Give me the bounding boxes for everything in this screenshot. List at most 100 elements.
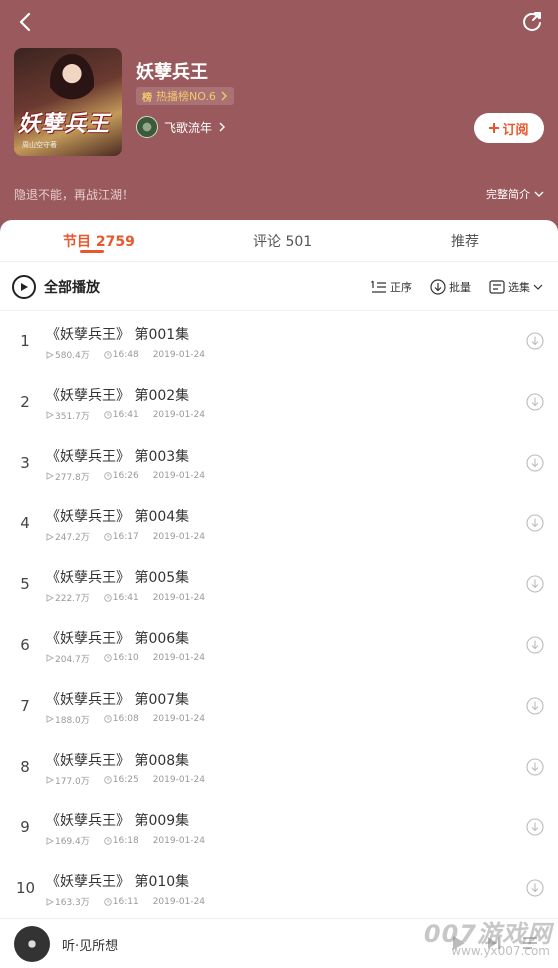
episode-meta: 177.0万 16:25 2019-01-24 — [46, 774, 205, 787]
episode-row[interactable]: 9 《妖孽兵王》 第009集 169.4万 16:18 2019-01-24 — [0, 798, 558, 859]
tagline: 隐退不能，再战江湖！ — [14, 188, 135, 202]
subscribe-label: 订阅 — [502, 122, 529, 138]
author-link[interactable]: 飞歌流年 — [136, 116, 226, 138]
tab-underline — [80, 250, 104, 253]
play-count-value: 169.4万 — [55, 837, 90, 848]
play-count-value: 247.2万 — [55, 533, 90, 544]
play-count-value: 222.7万 — [55, 594, 90, 605]
duration-value: 16:08 — [112, 714, 139, 725]
episode-title: 《妖孽兵王》 第009集 — [46, 813, 190, 830]
play-count-icon — [46, 654, 54, 663]
play-all-label: 全部播放 — [44, 280, 100, 296]
tab-recommend[interactable]: 推荐 — [451, 231, 479, 251]
download-icon[interactable] — [526, 758, 544, 776]
download-icon[interactable] — [526, 575, 544, 593]
episode-title: 《妖孽兵王》 第002集 — [46, 387, 190, 404]
play-count-icon — [46, 715, 54, 724]
play-count: 169.4万 — [46, 834, 90, 847]
download-icon[interactable] — [526, 454, 544, 472]
rank-badge[interactable]: 榜 热播榜NO.6 — [136, 87, 234, 105]
duration-value: 16:10 — [112, 653, 139, 664]
download-icon[interactable] — [526, 636, 544, 654]
download-icon[interactable] — [526, 818, 544, 836]
episode-row[interactable]: 7 《妖孽兵王》 第007集 188.0万 16:08 2019-01-24 — [0, 677, 558, 738]
duration-value: 16:17 — [112, 531, 139, 542]
player-disc-icon[interactable] — [14, 926, 50, 962]
episode-title: 《妖孽兵王》 第007集 — [46, 691, 190, 708]
duration: 16:11 — [104, 895, 139, 908]
cover-title: 妖孽兵王 — [18, 112, 111, 137]
author-name: 飞歌流年 — [164, 120, 213, 135]
episode-meta: 169.4万 16:18 2019-01-24 — [46, 834, 205, 847]
episode-meta: 351.7万 16:41 2019-01-24 — [46, 409, 205, 422]
publish-date: 2019-01-24 — [152, 653, 206, 664]
download-icon[interactable] — [526, 393, 544, 411]
download-icon[interactable] — [526, 332, 544, 350]
clock-icon — [104, 837, 112, 845]
chevron-down-icon — [534, 191, 544, 197]
duration-value: 16:18 — [112, 835, 139, 846]
download-icon[interactable] — [526, 697, 544, 715]
clock-icon — [104, 897, 112, 906]
clock-icon — [104, 350, 112, 359]
episode-title: 《妖孽兵王》 第006集 — [46, 630, 190, 647]
play-count-value: 163.3万 — [55, 898, 90, 909]
episode-index: 3 — [20, 453, 30, 472]
play-count: 580.4万 — [46, 348, 90, 361]
play-count-icon — [46, 350, 54, 359]
duration: 16:25 — [104, 774, 139, 787]
player-title: 听·见所想 — [62, 939, 119, 954]
duration: 16:08 — [104, 713, 139, 726]
episode-row[interactable]: 10 《妖孽兵王》 第010集 163.3万 16:11 2019-01-24 — [0, 859, 558, 920]
sort-order-button[interactable]: 正序 — [371, 279, 412, 295]
episode-toolbar: 全部播放 正序 批量 选集 — [0, 263, 558, 311]
episode-index: 8 — [20, 757, 30, 776]
play-count-value: 188.0万 — [55, 715, 90, 726]
duration: 16:17 — [104, 530, 139, 543]
book-cover[interactable]: 妖孽兵王 周山空守著 — [14, 48, 122, 156]
episode-title: 《妖孽兵王》 第003集 — [46, 448, 190, 465]
chevron-right-icon — [221, 91, 227, 101]
top-bar — [0, 8, 558, 36]
episode-row[interactable]: 2 《妖孽兵王》 第002集 351.7万 16:41 2019-01-24 — [0, 373, 558, 434]
play-count-icon — [46, 837, 54, 845]
play-count-icon — [46, 593, 54, 602]
publish-date: 2019-01-24 — [152, 349, 206, 360]
rank-icon: 榜 — [142, 92, 152, 104]
publish-date: 2019-01-24 — [152, 410, 206, 421]
episode-row[interactable]: 5 《妖孽兵王》 第005集 222.7万 16:41 2019-01-24 — [0, 555, 558, 616]
select-episodes-button[interactable]: 选集 — [489, 279, 543, 295]
episode-index: 5 — [20, 575, 30, 594]
clock-icon — [104, 472, 112, 480]
play-count-icon — [46, 776, 54, 784]
episode-row[interactable]: 4 《妖孽兵王》 第004集 247.2万 16:17 2019-01-24 — [0, 494, 558, 555]
full-intro-button[interactable]: 完整简介 — [486, 186, 544, 202]
publish-date: 2019-01-24 — [152, 835, 206, 846]
play-all-button[interactable]: 全部播放 — [12, 275, 100, 299]
duration-value: 16:11 — [112, 896, 139, 907]
play-count: 222.7万 — [46, 591, 90, 604]
sort-icon — [371, 280, 386, 293]
episode-row[interactable]: 6 《妖孽兵王》 第006集 204.7万 16:10 2019-01-24 — [0, 616, 558, 677]
publish-date: 2019-01-24 — [152, 714, 206, 725]
download-icon[interactable] — [526, 514, 544, 532]
episode-row[interactable]: 1 《妖孽兵王》 第001集 580.4万 16:48 2019-01-24 — [0, 312, 558, 373]
share-icon[interactable] — [520, 10, 544, 34]
tab-episodes[interactable]: 节目 2759 — [63, 231, 135, 251]
episode-row[interactable]: 8 《妖孽兵王》 第008集 177.0万 16:25 2019-01-24 — [0, 738, 558, 799]
duration: 16:18 — [104, 834, 139, 847]
episode-title: 《妖孽兵王》 第005集 — [46, 570, 190, 587]
tab-comments[interactable]: 评论 501 — [253, 231, 312, 251]
duration-value: 16:48 — [112, 349, 139, 360]
download-icon[interactable] — [526, 879, 544, 897]
episode-meta: 277.8万 16:26 2019-01-24 — [46, 470, 205, 483]
batch-download-button[interactable]: 批量 — [430, 279, 471, 295]
episode-row[interactable]: 3 《妖孽兵王》 第003集 277.8万 16:26 2019-01-24 — [0, 434, 558, 495]
cover-figure — [50, 54, 94, 110]
episode-index: 7 — [20, 696, 30, 715]
cover-subtitle: 周山空守著 — [22, 141, 57, 149]
back-icon[interactable] — [14, 10, 38, 34]
subscribe-button[interactable]: 订阅 — [474, 113, 544, 143]
episode-index: 4 — [20, 514, 30, 533]
play-count: 163.3万 — [46, 895, 90, 908]
